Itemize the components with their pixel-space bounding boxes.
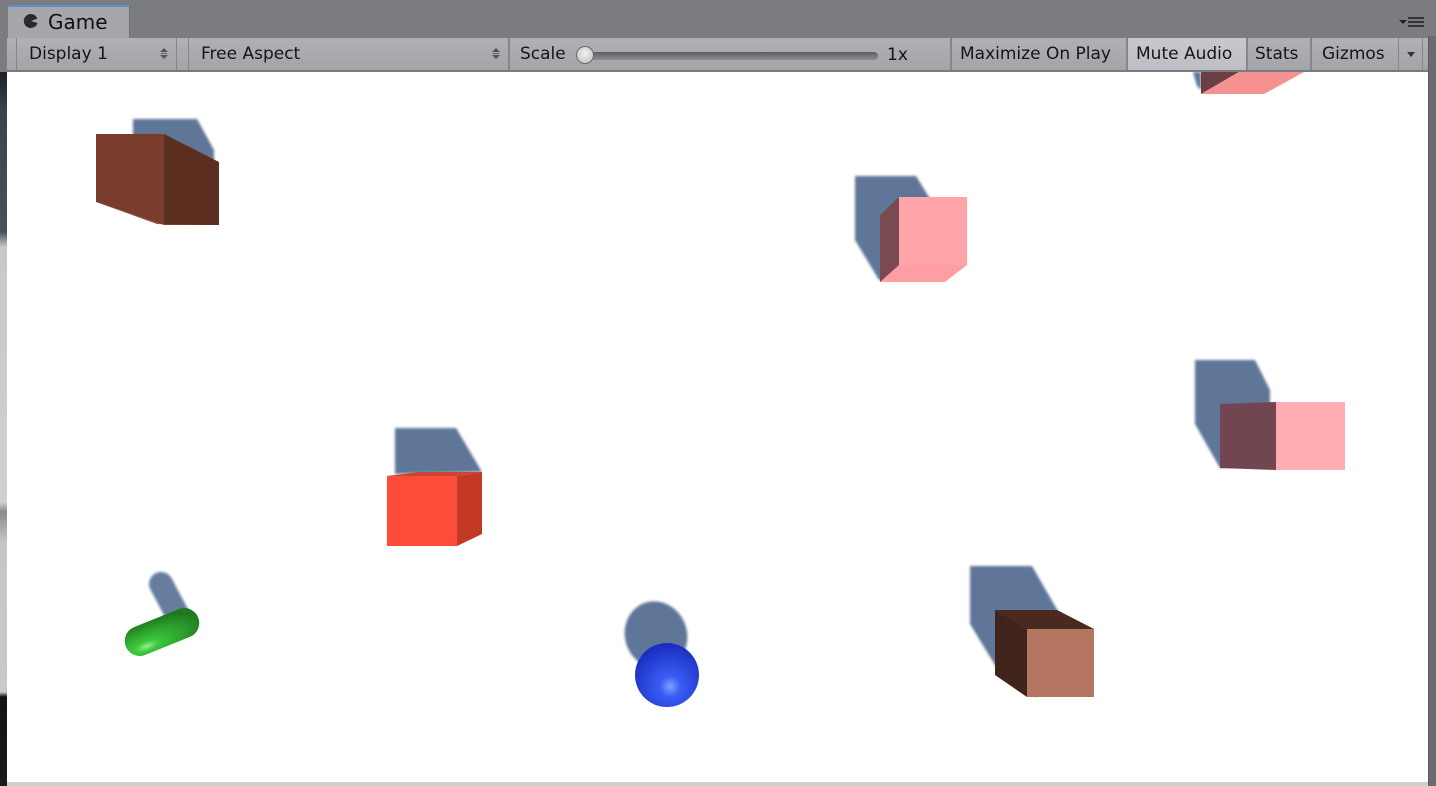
scale-slider-thumb[interactable] (576, 46, 594, 64)
tan-cube-front (1027, 629, 1094, 697)
green-capsule[interactable] (120, 568, 204, 661)
partial-cube-shadow (1193, 72, 1201, 90)
green-capsule-body (124, 608, 200, 656)
mute-audio-toggle[interactable]: Mute Audio (1127, 38, 1247, 70)
up-down-arrows-icon (492, 47, 500, 61)
red-cube-shadow (395, 428, 482, 474)
pink-cube-top-right-partial[interactable] (1193, 72, 1304, 94)
game-window: Game Display 1 Free Aspect Scale 1x Maxi… (0, 0, 1436, 786)
panel-options-menu-icon[interactable] (1399, 17, 1424, 27)
tan-cube[interactable] (970, 566, 1094, 697)
scene-canvas (96, 72, 1345, 707)
stats-toggle[interactable]: Stats (1247, 38, 1311, 70)
scale-control: Scale 1x (509, 38, 951, 70)
red-cube-side (457, 472, 482, 546)
pink-cube-right-front (1276, 402, 1345, 470)
brown-box-front (96, 134, 164, 225)
mute-audio-label: Mute Audio (1136, 44, 1233, 64)
up-down-arrows-icon (160, 47, 168, 61)
red-cube[interactable] (387, 428, 482, 546)
pink-cube-front (899, 197, 967, 265)
aspect-dropdown[interactable]: Free Aspect (188, 38, 509, 70)
gizmos-label: Gizmos (1322, 44, 1385, 64)
display-dropdown[interactable]: Display 1 (16, 38, 177, 70)
maximize-on-play-toggle[interactable]: Maximize On Play (951, 38, 1127, 70)
menu-triangle-icon (1399, 20, 1407, 24)
pink-cube-top-center[interactable] (855, 176, 967, 282)
hamburger-icon (1408, 17, 1424, 27)
aspect-label: Free Aspect (201, 44, 301, 64)
blue-sphere[interactable] (615, 592, 699, 707)
bottom-edge (7, 782, 1428, 786)
game-toolbar: Display 1 Free Aspect Scale 1x Maximize … (7, 38, 1428, 72)
pacman-game-icon (23, 13, 39, 29)
dropdown-triangle-icon[interactable] (1398, 38, 1422, 70)
maximize-on-play-label: Maximize On Play (960, 44, 1111, 64)
game-viewport[interactable] (7, 72, 1428, 782)
left-edge-background (0, 72, 7, 786)
scale-slider-track[interactable] (578, 52, 878, 60)
gizmos-button[interactable]: Gizmos (1311, 38, 1423, 70)
brown-box[interactable] (96, 119, 219, 225)
pink-cube-right-side (1220, 402, 1276, 470)
display-label: Display 1 (29, 44, 108, 64)
right-edge-divider[interactable] (1428, 36, 1436, 786)
tab-game[interactable]: Game (8, 5, 130, 38)
scale-label: Scale (520, 44, 566, 64)
scale-value: 1x (887, 45, 908, 65)
stats-label: Stats (1255, 44, 1299, 64)
red-cube-front (387, 476, 457, 546)
tab-label: Game (48, 10, 108, 34)
blue-sphere-body (635, 643, 699, 707)
pink-cube-right[interactable] (1195, 360, 1345, 470)
